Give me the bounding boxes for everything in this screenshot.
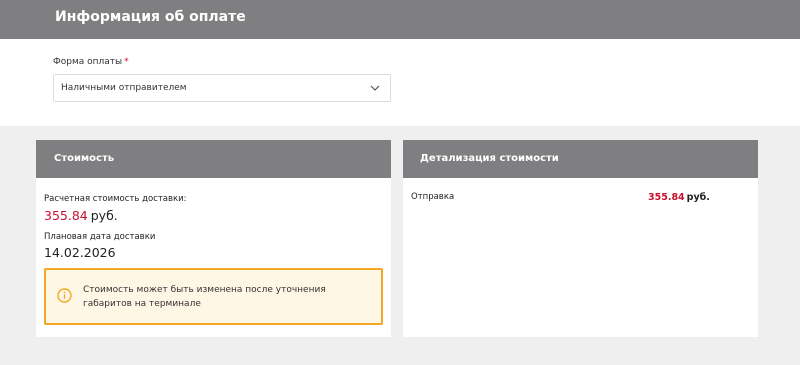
- estimated-cost-value: 355.84: [44, 208, 88, 223]
- payment-form-label-text: Форма оплаты: [53, 57, 123, 67]
- estimated-cost: 355.84 руб.: [44, 208, 118, 223]
- payment-info-header: Информация об оплате: [0, 0, 800, 39]
- info-icon: [57, 288, 72, 303]
- payment-form-select[interactable]: Наличными отправителем: [53, 74, 391, 102]
- payment-form-section: Форма оплаты * Наличными отправителем: [0, 39, 800, 126]
- cost-detail-card-title: Детализация стоимости: [420, 153, 559, 164]
- planned-date-value: 14.02.2026: [44, 245, 116, 260]
- planned-date-label: Плановая дата доставки: [44, 232, 156, 242]
- cost-notice: Стоимость может быть изменена после уточ…: [44, 268, 383, 325]
- detail-row-amount: 355.84: [648, 192, 685, 203]
- detail-row-label: Отправка: [411, 192, 455, 202]
- payment-form-label: Форма оплаты *: [53, 57, 129, 67]
- payment-form-selected-value: Наличными отправителем: [61, 83, 187, 93]
- cost-card-title: Стоимость: [54, 153, 115, 164]
- cost-card: Стоимость Расчетная стоимость доставки: …: [36, 140, 391, 337]
- cost-detail-card: Детализация стоимости Отправка 355.84 руб…: [403, 140, 758, 337]
- notice-text: Стоимость может быть изменена после уточ…: [83, 285, 326, 309]
- required-mark: *: [124, 57, 129, 67]
- chevron-down-icon: [370, 85, 380, 91]
- detail-row-currency: руб.: [686, 192, 710, 203]
- cost-detail-card-header: Детализация стоимости: [403, 140, 758, 178]
- page-title: Информация об оплате: [55, 9, 246, 25]
- estimated-cost-label: Расчетная стоимость доставки:: [44, 194, 187, 204]
- detail-row-value: 355.84 руб.: [648, 192, 710, 203]
- cost-card-header: Стоимость: [36, 140, 391, 178]
- estimated-cost-currency: руб.: [90, 208, 118, 223]
